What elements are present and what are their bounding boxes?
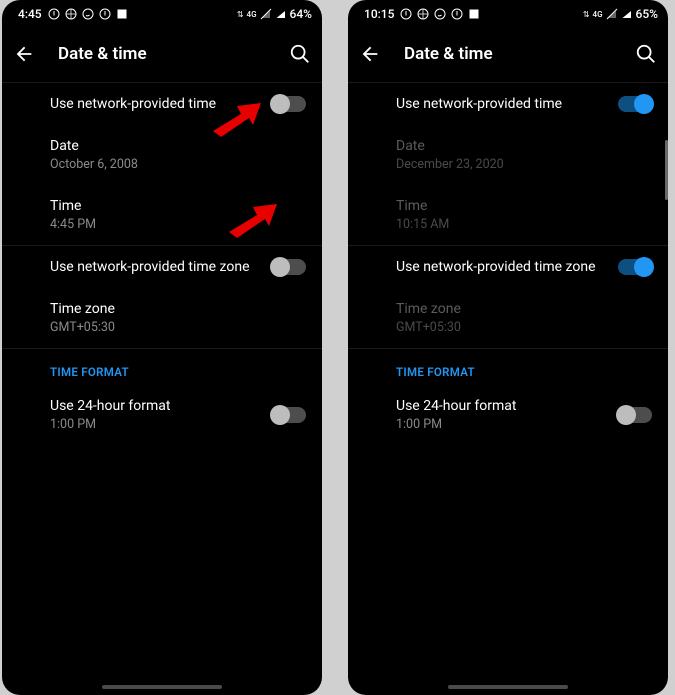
battery-pct: 64% — [290, 7, 312, 21]
home-indicator[interactable] — [102, 685, 222, 689]
pinterest-icon — [451, 8, 463, 20]
row-24hour[interactable]: Use 24-hour format 1:00 PM — [348, 385, 668, 445]
page-title: Date & time — [404, 44, 612, 64]
search-icon — [635, 43, 657, 65]
row-title: Time zone — [50, 301, 304, 317]
search-button[interactable] — [634, 42, 658, 66]
switch-24hour[interactable] — [272, 407, 306, 423]
row-value: 1:00 PM — [50, 417, 304, 432]
row-title: Use network-provided time zone — [396, 259, 650, 275]
basketball-icon — [65, 8, 77, 20]
row-value: GMT+05:30 — [396, 320, 650, 335]
whatsapp-icon — [82, 8, 94, 20]
row-date[interactable]: Date October 6, 2008 — [2, 125, 322, 185]
section-time-format: TIME FORMAT — [348, 348, 668, 385]
search-icon — [289, 43, 311, 65]
status-bar: 10:15 ⇅ 4G 65% — [348, 0, 668, 26]
home-indicator[interactable] — [448, 685, 568, 689]
switch-network-time[interactable] — [618, 96, 652, 112]
settings-list: Use network-provided time Date December … — [348, 82, 668, 445]
row-value: October 6, 2008 — [50, 157, 304, 172]
basketball-icon — [417, 8, 429, 20]
row-network-timezone[interactable]: Use network-provided time zone — [348, 245, 668, 288]
row-title: Date — [396, 138, 650, 154]
row-date: Date December 23, 2020 — [348, 125, 668, 185]
status-bar: 4:45 ⇅ 4G 64% — [2, 0, 322, 26]
network-type: 4G — [247, 10, 257, 19]
row-timezone[interactable]: Time zone GMT+05:30 — [2, 288, 322, 348]
settings-list: Use network-provided time Date October 6… — [2, 82, 322, 445]
back-arrow-icon — [13, 43, 35, 65]
status-right: ⇅ 4G 65% — [583, 7, 658, 21]
signal-icon — [621, 8, 633, 20]
row-time: Time 10:15 AM — [348, 185, 668, 245]
back-arrow-icon — [359, 43, 381, 65]
image-icon — [116, 8, 128, 20]
row-network-timezone[interactable]: Use network-provided time zone — [2, 245, 322, 288]
status-time: 4:45 — [18, 7, 42, 21]
back-button[interactable] — [358, 42, 382, 66]
row-24hour[interactable]: Use 24-hour format 1:00 PM — [2, 385, 322, 445]
switch-network-timezone[interactable] — [272, 259, 306, 275]
app-bar: Date & time — [2, 26, 322, 82]
row-title: Time — [396, 198, 650, 214]
no-sim-icon — [260, 8, 272, 20]
status-right: ⇅ 4G 64% — [237, 7, 312, 21]
app-bar: Date & time — [348, 26, 668, 82]
network-indicator: ⇅ — [583, 10, 590, 19]
no-sim-icon — [606, 8, 618, 20]
page-title: Date & time — [58, 44, 266, 64]
row-title: Date — [50, 138, 304, 154]
row-network-time[interactable]: Use network-provided time — [2, 82, 322, 125]
status-notif-icons — [400, 8, 480, 20]
row-title: Use network-provided time — [396, 96, 650, 112]
row-value: December 23, 2020 — [396, 157, 650, 172]
row-title: Use network-provided time zone — [50, 259, 304, 275]
network-type: 4G — [593, 10, 603, 19]
status-notif-icons — [48, 8, 128, 20]
signal-icon — [275, 8, 287, 20]
row-title: Use 24-hour format — [396, 398, 650, 414]
image-icon — [468, 8, 480, 20]
row-value: 10:15 AM — [396, 217, 650, 232]
pinterest-icon — [99, 8, 111, 20]
back-button[interactable] — [12, 42, 36, 66]
switch-network-time[interactable] — [272, 96, 306, 112]
pinterest-icon — [400, 8, 412, 20]
phone-right: 10:15 ⇅ 4G 65% Date & time Use — [348, 0, 668, 695]
switch-24hour[interactable] — [618, 407, 652, 423]
pinterest-icon — [48, 8, 60, 20]
row-value: 1:00 PM — [396, 417, 650, 432]
phone-left: 4:45 ⇅ 4G 64% Date & time Use n — [2, 0, 322, 695]
row-value: 4:45 PM — [50, 217, 304, 232]
row-value: GMT+05:30 — [50, 320, 304, 335]
battery-pct: 65% — [636, 7, 658, 21]
whatsapp-icon — [434, 8, 446, 20]
row-network-time[interactable]: Use network-provided time — [348, 82, 668, 125]
section-time-format: TIME FORMAT — [2, 348, 322, 385]
search-button[interactable] — [288, 42, 312, 66]
status-time: 10:15 — [364, 7, 394, 21]
switch-network-timezone[interactable] — [618, 259, 652, 275]
row-time[interactable]: Time 4:45 PM — [2, 185, 322, 245]
scrollbar[interactable] — [665, 140, 668, 200]
row-title: Use network-provided time — [50, 96, 304, 112]
row-title: Use 24-hour format — [50, 398, 304, 414]
row-timezone: Time zone GMT+05:30 — [348, 288, 668, 348]
row-title: Time — [50, 198, 304, 214]
network-indicator: ⇅ — [237, 10, 244, 19]
row-title: Time zone — [396, 301, 650, 317]
